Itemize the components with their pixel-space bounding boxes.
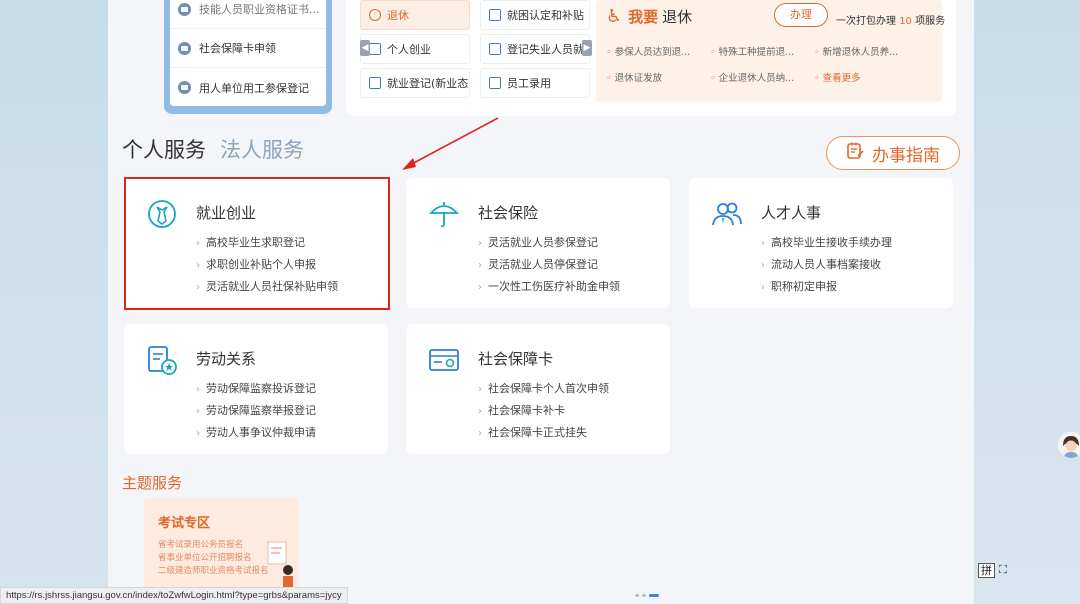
main-content: 技能人员职业资格证书... 社会保障卡申领 用人单位用工参保登记 退休 就困认定… (108, 0, 974, 604)
card-icon (178, 41, 191, 55)
pack-count: 10 (899, 16, 912, 27)
theme-services-title: 主题服务 (122, 474, 183, 492)
card-title: 社会保障卡 (478, 350, 554, 368)
scenario-hire[interactable]: 员工录用 (480, 68, 590, 98)
hot-item-employer-registration[interactable]: 用人单位用工参保登记 (170, 68, 326, 107)
scenario-panel: 退休 就困认定和补贴 个人创业 登记失业人员就业 就业登记(新业态人... 员工… (346, 0, 956, 116)
pack-service-text: 一次打包办理 10 项服务 (836, 12, 945, 27)
exam-line: 二级建造师职业资格考试报名 (158, 566, 269, 576)
carousel-dot[interactable] (635, 594, 639, 597)
assistant-avatar[interactable] (1056, 430, 1080, 460)
scenario-unemployed[interactable]: 登记失业人员就业 (480, 34, 590, 64)
tab-personal-service[interactable]: 个人服务 (122, 134, 206, 164)
hot-item-skill-certificate[interactable]: 技能人员职业资格证书... (170, 0, 326, 29)
card-link[interactable]: 社会保障卡正式挂失 (478, 422, 609, 444)
hot-item-label: 技能人员职业资格证书... (199, 3, 320, 16)
retire-link[interactable]: 参保人员达到退... (606, 44, 691, 58)
retire-title-b: 退休 (662, 8, 693, 26)
card-link[interactable]: 灵活就业人员停保登记 (478, 254, 620, 276)
card-talent-personnel[interactable]: 人才人事 高校毕业生接收手续办理 流动人员人事档案接收 职称初定申报 (689, 178, 953, 308)
card-link[interactable]: 流动人员人事档案接收 (761, 254, 892, 276)
retire-title-a: 我要 (628, 8, 659, 26)
briefcase-icon (489, 43, 501, 55)
card-icon (178, 2, 191, 16)
scenario-entrepreneur[interactable]: 个人创业 (360, 34, 470, 64)
retire-link[interactable]: 特殊工种提前退... (710, 44, 795, 58)
card-link[interactable]: 职称初定申报 (761, 276, 892, 298)
hot-item-social-security-card[interactable]: 社会保障卡申领 (170, 29, 326, 68)
status-bar-url: https://rs.jshrss.jiangsu.gov.cn/index/t… (0, 587, 348, 604)
carousel-dots (635, 594, 659, 597)
hot-items-panel: 技能人员职业资格证书... 社会保障卡申领 用人单位用工参保登记 (164, 0, 332, 114)
ime-label: 拼 (978, 562, 995, 578)
retire-icon (369, 9, 381, 21)
people-icon (712, 202, 742, 226)
card-link[interactable]: 劳动保障监察投诉登记 (196, 378, 316, 400)
guide-button[interactable]: 办事指南 (826, 136, 960, 170)
view-more-link[interactable]: 查看更多 (814, 70, 861, 84)
form-icon (369, 77, 381, 89)
ime-indicator[interactable]: 拼 ⛶ (978, 561, 1020, 579)
form-icon (178, 81, 191, 94)
person-icon (369, 43, 381, 55)
annotation-highlight-box (124, 177, 390, 310)
scenario-retire[interactable]: 退休 (360, 0, 470, 30)
exam-zone-card[interactable]: 考试专区 省考试录用公务员报名 省事业单位公开招聘报名 二级建造师职业资格考试报… (144, 498, 298, 598)
scroll-right-button[interactable]: ▶ (582, 40, 592, 56)
card-link[interactable]: 高校毕业生接收手续办理 (761, 232, 892, 254)
card-title: 劳动关系 (196, 350, 257, 368)
expand-icon: ⛶ (999, 563, 1007, 576)
card-social-security-card[interactable]: 社会保障卡 社会保障卡个人首次申领 社会保障卡补卡 社会保障卡正式挂失 (406, 324, 670, 454)
form-icon (489, 77, 501, 89)
guide-label: 办事指南 (872, 145, 940, 166)
card-link[interactable]: 社会保障卡个人首次申领 (478, 378, 609, 400)
id-card-icon (429, 349, 459, 371)
carousel-dot-active[interactable] (649, 594, 659, 597)
retire-panel: ♿ 我要 退休 办理 一次打包办理 10 项服务 参保人员达到退... 特殊工种… (596, 0, 945, 102)
card-link[interactable]: 一次性工伤医疗补助金申领 (478, 276, 620, 298)
scenario-employment-registration[interactable]: 就业登记(新业态人... (360, 68, 470, 98)
card-title: 人才人事 (761, 204, 822, 222)
hot-item-label: 社会保障卡申领 (199, 42, 276, 55)
card-title: 社会保险 (478, 204, 539, 222)
scenario-hardship[interactable]: 就困认定和补贴 (480, 0, 590, 30)
card-link[interactable]: 灵活就业人员参保登记 (478, 232, 620, 254)
retire-link[interactable]: 新增退休人员养... (814, 44, 899, 58)
exam-line: 省事业单位公开招聘报名 (158, 553, 252, 563)
handle-button[interactable]: 办理 (774, 3, 828, 27)
retire-figure-icon: ♿ (606, 6, 623, 27)
retire-link[interactable]: 退休证发放 (606, 70, 663, 84)
card-link[interactable]: 劳动人事争议仲裁申请 (196, 422, 316, 444)
scenario-label: 就业登记(新业态人... (387, 77, 469, 90)
retire-link[interactable]: 企业退休人员纳... (710, 70, 795, 84)
umbrella-icon (428, 202, 460, 228)
coin-icon (489, 9, 501, 21)
exam-line: 省考试录用公务员报名 (158, 540, 244, 550)
exam-zone-title: 考试专区 (158, 516, 211, 531)
notepad-icon (846, 142, 864, 165)
document-star-icon (148, 346, 177, 375)
pack-text-b: 项服务 (915, 16, 946, 27)
tab-corporate-service[interactable]: 法人服务 (220, 134, 304, 164)
scroll-left-button[interactable]: ◀ (360, 40, 370, 56)
scenario-label: 退休 (387, 9, 409, 22)
page-background-right (974, 0, 1080, 604)
scenario-label: 个人创业 (387, 43, 431, 56)
scenario-label: 登记失业人员就业 (507, 43, 590, 56)
page-background-left (0, 0, 108, 604)
service-tabs: 个人服务 法人服务 (122, 134, 304, 164)
carousel-dot[interactable] (642, 594, 646, 597)
scenario-label: 员工录用 (507, 77, 551, 90)
avatar-icon (1058, 432, 1080, 458)
card-social-insurance[interactable]: 社会保险 灵活就业人员参保登记 灵活就业人员停保登记 一次性工伤医疗补助金申领 (406, 178, 670, 308)
card-link[interactable]: 劳动保障监察举报登记 (196, 400, 316, 422)
hot-item-label: 用人单位用工参保登记 (199, 81, 309, 95)
retire-heading: ♿ 我要 退休 (606, 6, 692, 27)
scenario-label: 就困认定和补贴 (507, 9, 584, 22)
card-link[interactable]: 社会保障卡补卡 (478, 400, 609, 422)
card-labor-relations[interactable]: 劳动关系 劳动保障监察投诉登记 劳动保障监察举报登记 劳动人事争议仲裁申请 (124, 324, 388, 454)
pack-text-a: 一次打包办理 (836, 16, 896, 27)
